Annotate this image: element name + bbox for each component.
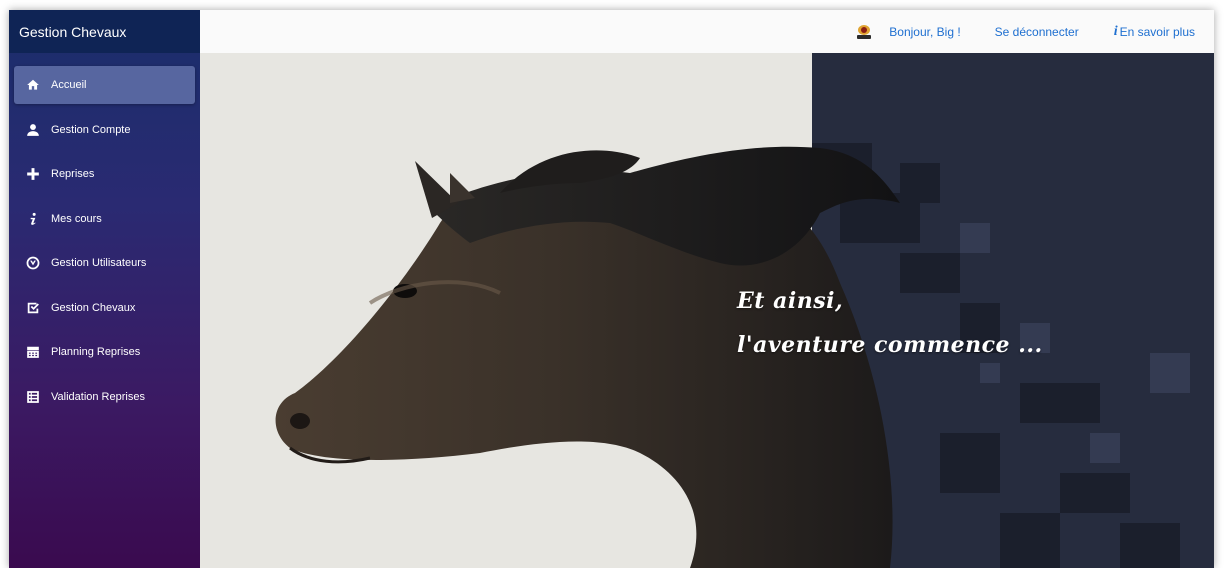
- sidebar-item-label: Gestion Compte: [51, 123, 131, 136]
- more-info-label: En savoir plus: [1119, 24, 1195, 39]
- sidebar-item-accueil[interactable]: Accueil: [14, 66, 195, 104]
- app-window: Gestion Chevaux Accueil Gestion Compte R…: [9, 10, 1214, 568]
- sidebar-item-gestion-chevaux[interactable]: Gestion Chevaux: [14, 289, 195, 327]
- sidebar-item-label: Gestion Chevaux: [51, 301, 136, 314]
- user-avatar-icon[interactable]: [855, 24, 873, 40]
- hero-banner: Et ainsi, l'aventure commence ...: [200, 53, 1214, 568]
- sidebar: Gestion Chevaux Accueil Gestion Compte R…: [9, 10, 200, 568]
- sidebar-item-validation-reprises[interactable]: Validation Reprises: [14, 378, 195, 416]
- sidebar-item-label: Validation Reprises: [51, 390, 145, 403]
- list-icon: [26, 390, 40, 404]
- sidebar-item-label: Mes cours: [51, 212, 102, 225]
- hero-tagline-line2: l'aventure commence ...: [737, 332, 1043, 358]
- greeting-link[interactable]: Bonjour, Big !: [889, 25, 960, 39]
- hero-tagline: Et ainsi, l'aventure commence ...: [737, 279, 1043, 367]
- info-icon: [26, 212, 40, 226]
- compass-icon: [26, 256, 40, 270]
- checkbox-icon: [26, 301, 40, 315]
- person-icon: [26, 123, 40, 137]
- logout-link[interactable]: Se déconnecter: [995, 25, 1079, 39]
- sidebar-item-reprises[interactable]: Reprises: [14, 155, 195, 193]
- sidebar-item-gestion-utilisateurs[interactable]: Gestion Utilisateurs: [14, 244, 195, 282]
- home-icon: [26, 78, 40, 92]
- sidebar-item-label: Planning Reprises: [51, 346, 141, 358]
- hero-tagline-line1: Et ainsi,: [737, 288, 844, 314]
- sidebar-nav: Accueil Gestion Compte Reprises Mes cour…: [9, 53, 200, 416]
- more-info-link[interactable]: i En savoir plus: [1114, 24, 1195, 40]
- sidebar-item-label: Gestion Utilisateurs: [51, 257, 147, 269]
- sidebar-item-mes-cours[interactable]: Mes cours: [14, 200, 195, 238]
- sidebar-item-label: Reprises: [51, 168, 95, 180]
- sidebar-item-label: Accueil: [51, 79, 87, 91]
- app-brand[interactable]: Gestion Chevaux: [9, 10, 200, 53]
- top-bar: Bonjour, Big ! Se déconnecter i En savoi…: [200, 10, 1214, 53]
- sidebar-item-gestion-compte[interactable]: Gestion Compte: [14, 111, 195, 149]
- calendar-icon: [26, 345, 40, 359]
- sidebar-item-planning-reprises[interactable]: Planning Reprises: [14, 333, 195, 371]
- horse-image: [275, 143, 1190, 568]
- info-icon: i: [1113, 23, 1118, 39]
- plus-icon: [26, 167, 40, 181]
